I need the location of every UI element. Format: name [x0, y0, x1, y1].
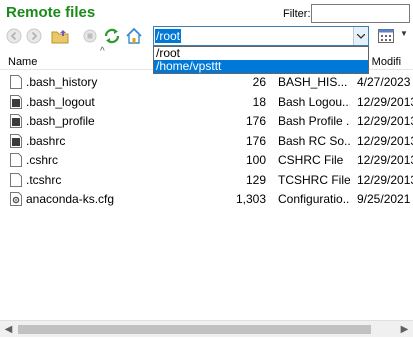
- file-name: .tcshrc: [26, 172, 62, 187]
- back-button[interactable]: [4, 26, 24, 46]
- column-header-name[interactable]: Name: [8, 56, 37, 68]
- file-date: 9/25/2021: [357, 192, 411, 206]
- file-date: 12/29/2013: [357, 133, 413, 148]
- text-file-icon: [10, 153, 22, 170]
- dropdown-option-home-vpsttt[interactable]: /home/vpsttt: [154, 60, 368, 73]
- file-size: 26: [252, 75, 266, 89]
- back-arrow-icon: [6, 28, 22, 44]
- file-date: 12/29/2013: [357, 172, 413, 187]
- parent-folder-button[interactable]: [50, 26, 70, 46]
- file-size: 129: [245, 172, 266, 187]
- text-file-icon: [10, 75, 22, 92]
- stop-icon: [83, 29, 97, 43]
- forward-button[interactable]: [24, 26, 44, 46]
- file-size: 100: [245, 153, 266, 167]
- script-file-icon: [10, 94, 22, 112]
- panel-title: Remote files: [6, 4, 96, 21]
- file-row[interactable]: .bash_history 26 BASH_HIS... 4/27/2023: [0, 72, 413, 92]
- file-name: .cshrc: [26, 153, 59, 167]
- path-dropdown-list: /root /home/vpsttt: [153, 46, 369, 74]
- home-button[interactable]: [124, 26, 144, 46]
- config-file-icon: [10, 192, 22, 209]
- chevron-left-icon: ◀: [4, 324, 13, 335]
- home-icon: [126, 27, 142, 44]
- file-size: 1,303: [235, 192, 266, 206]
- file-name: .bashrc: [26, 133, 66, 148]
- path-dropdown-button[interactable]: [353, 27, 368, 45]
- file-row[interactable]: .bash_profile 176 Bash Profile ... 12/29…: [0, 111, 413, 131]
- file-type: Bash Logou...: [278, 94, 350, 109]
- refresh-button[interactable]: [102, 26, 122, 46]
- view-mode-button[interactable]: [376, 27, 396, 45]
- file-date: 12/29/2013: [357, 94, 413, 109]
- file-name: .bash_history: [26, 75, 98, 89]
- file-type: CSHRC File: [278, 153, 344, 167]
- sort-ascending-icon: ^: [100, 46, 105, 57]
- file-date: 12/29/2013: [357, 114, 413, 128]
- grid-view-icon: [378, 29, 394, 43]
- file-name: .bash_profile: [26, 114, 95, 128]
- file-size: 176: [245, 133, 266, 148]
- file-list: .bash_history 26 BASH_HIS... 4/27/2023 .…: [0, 72, 413, 209]
- file-row[interactable]: .bash_logout 18 Bash Logou... 12/29/2013: [0, 92, 413, 112]
- file-name: .bash_logout: [26, 94, 95, 109]
- scrollbar-thumb[interactable]: [18, 325, 371, 334]
- file-date: 4/27/2023: [357, 75, 411, 89]
- horizontal-scrollbar[interactable]: ◀ ▶: [0, 320, 413, 337]
- path-value[interactable]: /root: [155, 29, 182, 43]
- script-file-icon: [10, 133, 22, 151]
- forward-arrow-icon: [26, 28, 42, 44]
- file-row[interactable]: anaconda-ks.cfg 1,303 Configuratio... 9/…: [0, 189, 413, 209]
- path-combobox[interactable]: /root: [153, 26, 369, 46]
- file-name: anaconda-ks.cfg: [26, 192, 115, 206]
- text-file-icon: [10, 172, 22, 190]
- file-row[interactable]: .tcshrc 129 TCSHRC File 12/29/2013: [0, 170, 413, 190]
- file-row[interactable]: .bashrc 176 Bash RC So... 12/29/2013: [0, 131, 413, 151]
- stop-button[interactable]: [80, 26, 100, 46]
- file-size: 176: [245, 114, 266, 128]
- file-type: Bash Profile ...: [278, 114, 350, 128]
- folder-up-icon: [51, 30, 69, 44]
- refresh-icon: [104, 28, 120, 44]
- file-row[interactable]: .cshrc 100 CSHRC File 12/29/2013: [0, 150, 413, 170]
- file-type: Configuratio...: [278, 192, 350, 206]
- filter-input[interactable]: [311, 4, 410, 23]
- file-size: 18: [252, 94, 266, 109]
- file-type: BASH_HIS...: [278, 75, 348, 89]
- chevron-right-icon: ▶: [400, 324, 409, 335]
- filter-label: Filter:: [283, 8, 311, 20]
- file-type: Bash RC So...: [278, 133, 350, 148]
- chevron-down-icon: [357, 33, 365, 39]
- script-file-icon: [10, 114, 22, 131]
- scroll-left-button[interactable]: ◀: [0, 321, 17, 338]
- file-type: TCSHRC File: [278, 172, 350, 187]
- file-date: 12/29/2013: [357, 153, 413, 167]
- view-mode-dropdown-icon[interactable]: ▼: [400, 29, 408, 38]
- scroll-right-button[interactable]: ▶: [396, 321, 413, 338]
